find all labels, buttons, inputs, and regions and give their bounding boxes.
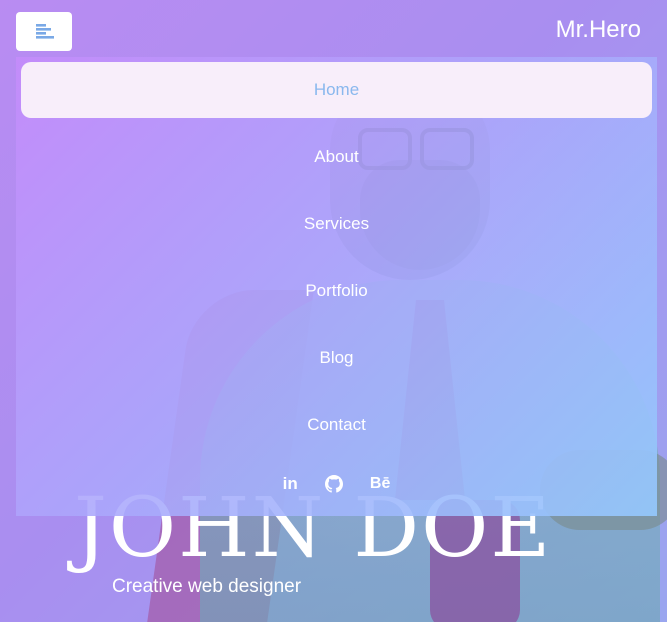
nav-item-blog[interactable]: Blog [16, 330, 657, 386]
nav-item-services[interactable]: Services [16, 196, 657, 252]
nav-item-about[interactable]: About [16, 129, 657, 185]
nav-item-contact[interactable]: Contact [16, 397, 657, 453]
nav-link-portfolio[interactable]: Portfolio [16, 263, 657, 319]
nav-link-blog[interactable]: Blog [16, 330, 657, 386]
nav-link-about[interactable]: About [16, 129, 657, 185]
brand-logo[interactable]: Mr.Hero [556, 16, 641, 44]
nav-link-services[interactable]: Services [16, 196, 657, 252]
menu-toggle-button[interactable] [16, 12, 72, 51]
nav-link-home[interactable]: Home [21, 62, 652, 118]
nav-link-contact[interactable]: Contact [16, 397, 657, 453]
align-left-icon [36, 24, 54, 39]
linkedin-icon[interactable]: in [283, 474, 298, 494]
social-links: in Bē [16, 473, 657, 499]
nav-menu-panel: Home About Services Portfolio Blog Conta… [16, 57, 657, 516]
github-icon[interactable] [324, 474, 343, 493]
hero-subtitle: Creative web designer [112, 576, 302, 597]
nav-item-portfolio[interactable]: Portfolio [16, 263, 657, 319]
behance-icon[interactable]: Bē [370, 475, 390, 493]
nav-item-home[interactable]: Home [21, 62, 652, 118]
